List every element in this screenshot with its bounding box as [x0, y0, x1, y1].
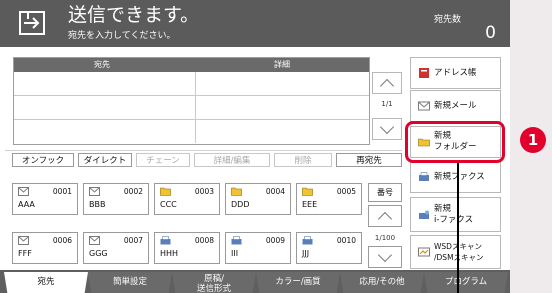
chevron-up-icon: [377, 211, 393, 226]
destination-scroll-up-button[interactable]: [372, 72, 402, 94]
address-entry[interactable]: 0009 III: [225, 232, 291, 264]
chevron-up-icon: [379, 78, 395, 93]
ifax-icon: [419, 210, 429, 219]
new-email-button[interactable]: 新規メール: [410, 90, 501, 122]
mail-icon: [18, 187, 29, 196]
destination-row[interactable]: [14, 96, 369, 120]
destination-count: 0: [485, 23, 496, 43]
address-entry[interactable]: 0007 GGG: [83, 232, 149, 264]
address-book-icon: [419, 68, 429, 78]
address-entry[interactable]: 0006 FFF: [12, 232, 78, 264]
fax-icon: [231, 236, 242, 245]
callout-leader-line: [457, 163, 459, 293]
tab-original-send-format[interactable]: 原稿/ 送信形式: [172, 272, 256, 293]
destination-list: 宛先 詳細: [13, 57, 370, 145]
mail-icon: [418, 101, 430, 111]
address-entry[interactable]: 0005 EEE: [296, 183, 362, 215]
folder-icon: [160, 187, 171, 196]
on-hook-button[interactable]: オンフック: [12, 153, 74, 167]
new-ifax-button[interactable]: 新規 i-ファクス: [410, 197, 501, 232]
address-entry[interactable]: 0004 DDD: [225, 183, 291, 215]
address-entry[interactable]: 0002 BBB: [83, 183, 149, 215]
tab-quick-setup[interactable]: 簡単設定: [88, 272, 172, 293]
destination-count-label: 宛先数: [434, 15, 462, 25]
send-icon: [19, 11, 45, 35]
callout-number-badge: 1: [520, 127, 546, 153]
destination-scroll-down-button[interactable]: [372, 118, 402, 140]
column-destination: 宛先: [94, 60, 110, 69]
status-title: 送信できます。: [68, 4, 200, 26]
chevron-down-icon: [377, 247, 393, 262]
callout-highlight: [405, 121, 505, 163]
tab-destination[interactable]: 宛先: [4, 272, 88, 293]
chain-button[interactable]: チェーン: [136, 153, 190, 167]
wsd-dsm-scan-button[interactable]: WSDスキャン /DSMスキャン: [410, 235, 501, 269]
detail-edit-button[interactable]: 詳細/編集: [194, 153, 270, 167]
fax-icon: [419, 172, 429, 181]
delete-button[interactable]: 削除: [274, 153, 332, 167]
destination-row[interactable]: [14, 120, 369, 143]
address-book-button[interactable]: アドレス帳: [410, 57, 501, 89]
folder-icon: [231, 187, 242, 196]
tab-program[interactable]: プログラム: [424, 272, 508, 293]
mail-icon: [89, 236, 100, 245]
address-scroll-down-button[interactable]: [368, 246, 402, 268]
destination-row[interactable]: [14, 72, 369, 96]
tab-color-quality[interactable]: カラー/画質: [256, 272, 340, 293]
destination-page-indicator: 1/1: [381, 100, 393, 108]
address-entry[interactable]: 0003 CCC: [154, 183, 220, 215]
fax-icon: [302, 236, 313, 245]
folder-icon: [302, 187, 313, 196]
address-scroll-up-button[interactable]: [368, 205, 402, 227]
direct-button[interactable]: ダイレクト: [78, 153, 132, 167]
mail-icon: [89, 187, 100, 196]
status-subtitle: 宛先を入力してください。: [68, 31, 176, 41]
address-entry[interactable]: 0010 JJJ: [296, 232, 362, 264]
mail-icon: [18, 236, 29, 245]
resend-button[interactable]: 再宛先: [336, 153, 402, 167]
column-detail: 詳細: [274, 60, 290, 69]
wsd-scan-icon: [418, 247, 430, 257]
fax-icon: [160, 236, 171, 245]
tab-advanced-other[interactable]: 応用/その他: [340, 272, 424, 293]
toolbar-divider: [5, 150, 402, 151]
destination-list-header: 宛先 詳細: [14, 58, 369, 72]
address-page-indicator: 1/100: [374, 234, 396, 242]
address-entry[interactable]: 0001 AAA: [12, 183, 78, 215]
header-bar: 送信できます。 宛先を入力してください。 宛先数 0: [0, 0, 510, 47]
new-fax-button[interactable]: 新規ファクス: [410, 161, 501, 193]
address-entry[interactable]: 0008 HHH: [154, 232, 220, 264]
chevron-down-icon: [379, 119, 395, 134]
number-search-button[interactable]: 番号: [368, 183, 402, 202]
